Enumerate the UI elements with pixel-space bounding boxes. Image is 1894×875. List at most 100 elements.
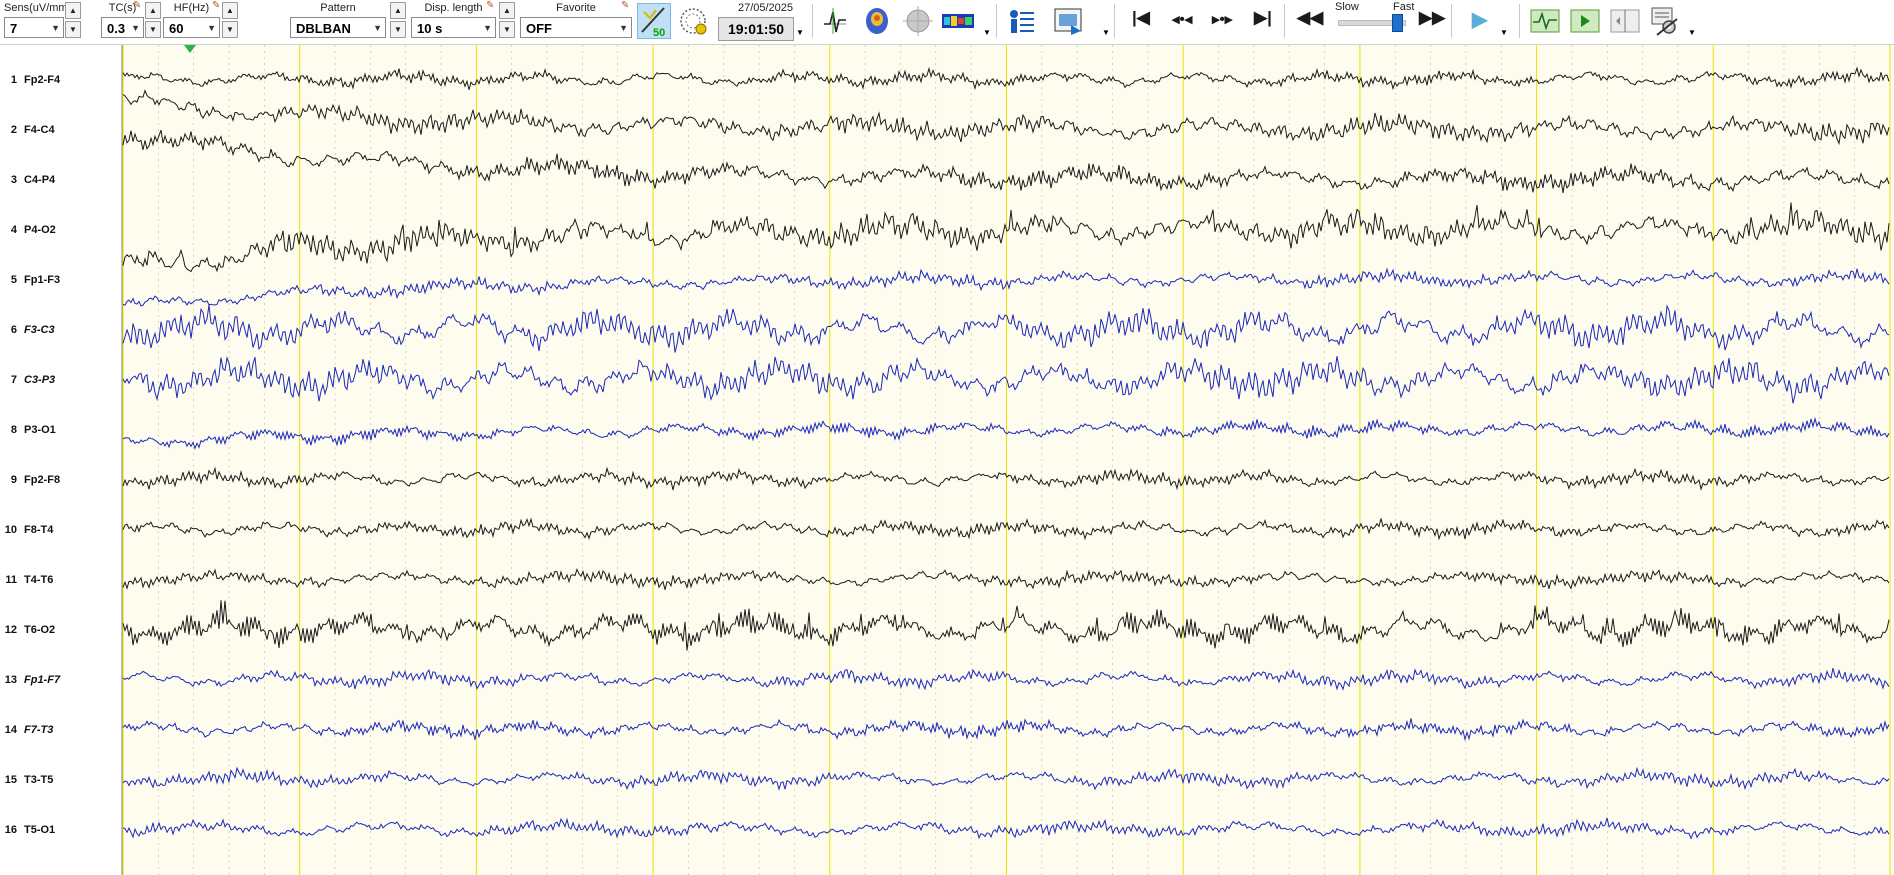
down-arrow-icon[interactable]: ▼	[145, 21, 161, 38]
hf-stepper[interactable]: ▲ ▼	[222, 2, 238, 40]
channel-number: 10	[5, 524, 17, 536]
speed-fast-label: Fast	[1393, 1, 1415, 13]
go-end-icon[interactable]: ▶|	[1254, 8, 1272, 28]
pattern-control: Pattern DBLBAN ▼	[290, 0, 386, 42]
go-start-icon[interactable]: |◀	[1132, 8, 1150, 28]
map-icon[interactable]	[860, 3, 894, 39]
disp-length-stepper[interactable]: ▲ ▼	[499, 2, 515, 40]
tc-value: 0.3	[107, 21, 126, 36]
separator	[1284, 4, 1285, 38]
channel-name[interactable]: T6-O2	[24, 624, 55, 636]
channel-name[interactable]: P3-O1	[24, 424, 56, 436]
chevron-down-icon[interactable]: ▼	[1688, 28, 1696, 37]
channel-number: 7	[11, 374, 17, 386]
disp-length-select[interactable]: 10 s ▼	[411, 17, 496, 38]
eeg-trace-panel[interactable]: 1 Fp2-F4 2 F4-C4 3 C4-P4 4 P4-O2 5 Fp1-F3 6 F3-C3 7 C…	[0, 45, 1894, 875]
up-arrow-icon[interactable]: ▲	[499, 2, 515, 19]
pencil-icon[interactable]: ✎	[133, 1, 143, 11]
down-arrow-icon[interactable]: ▼	[390, 21, 406, 38]
step-forward-icon[interactable]: ▸•▸	[1212, 10, 1232, 28]
channel-name[interactable]: F8-T4	[24, 524, 54, 536]
channel-name[interactable]: T4-T6	[24, 574, 53, 586]
spectrum-icon[interactable]	[940, 3, 976, 39]
chevron-down-icon[interactable]: ▼	[796, 28, 804, 37]
chevron-down-icon: ▼	[373, 23, 382, 33]
separator	[996, 4, 997, 38]
sens-label: Sens(uV/mm)	[4, 2, 72, 14]
speed-slider-thumb[interactable]	[1392, 14, 1403, 32]
tc-stepper[interactable]: ▲ ▼	[145, 2, 161, 40]
separator	[1114, 4, 1115, 38]
montage-grid-icon[interactable]	[676, 3, 710, 39]
channel-name[interactable]: T5-O1	[24, 824, 55, 836]
toolbar: Sens(uV/mm) 7 ▼ ▲ ▼ TC(s) 0.3 ▼ ✎ ▲ ▼ HF(Hz)…	[0, 0, 1894, 45]
sens-value: 7	[10, 21, 18, 36]
favorite-select[interactable]: OFF ▼	[520, 17, 632, 38]
patient-info-icon[interactable]	[1004, 3, 1038, 39]
separator	[1451, 4, 1452, 38]
channel-number: 4	[11, 224, 18, 236]
channel-name[interactable]: F7-T3	[24, 724, 53, 736]
tc-select[interactable]: 0.3 ▼	[101, 17, 144, 38]
pencil-icon[interactable]: ✎	[212, 1, 222, 11]
chevron-down-icon: ▼	[619, 23, 628, 33]
down-arrow-icon[interactable]: ▼	[499, 21, 515, 38]
settings-icon[interactable]	[1648, 3, 1682, 39]
channel-name[interactable]: Fp2-F4	[24, 74, 61, 86]
pattern-value: DBLBAN	[296, 21, 351, 36]
chevron-down-icon[interactable]: ▼	[1102, 28, 1110, 37]
sens-stepper[interactable]: ▲ ▼	[65, 2, 81, 40]
auto-scale-icon[interactable]: 50	[637, 3, 671, 39]
hf-select[interactable]: 60 ▼	[163, 17, 220, 38]
channel-name[interactable]: Fp1-F7	[24, 674, 61, 686]
up-arrow-icon[interactable]: ▲	[65, 2, 81, 19]
up-arrow-icon[interactable]: ▲	[390, 2, 406, 19]
play-icon[interactable]: ▶	[1472, 7, 1487, 32]
chevron-down-icon: ▼	[483, 23, 492, 33]
down-arrow-icon[interactable]: ▼	[65, 21, 81, 38]
chevron-down-icon: ▼	[207, 23, 216, 33]
pencil-icon[interactable]: ✎	[621, 1, 631, 11]
hf-value: 60	[169, 21, 184, 36]
channel-name[interactable]: C4-P4	[24, 174, 56, 186]
channel-number: 16	[5, 824, 17, 836]
pattern-stepper[interactable]: ▲ ▼	[390, 2, 406, 40]
video-icon[interactable]	[1052, 3, 1086, 39]
favorite-control: Favorite OFF ▼	[520, 0, 632, 42]
channel-name[interactable]: P4-O2	[24, 224, 56, 236]
measure-icon[interactable]	[818, 3, 852, 39]
sphere-icon[interactable]	[901, 3, 935, 39]
rewind-icon[interactable]: ◀◀	[1297, 8, 1323, 28]
time-display: 19:01:50	[718, 17, 794, 41]
sens-select[interactable]: 7 ▼	[4, 17, 64, 38]
channel-name[interactable]: F3-C3	[24, 324, 55, 336]
up-arrow-icon[interactable]: ▲	[145, 2, 161, 19]
marker-play-icon[interactable]	[1568, 3, 1602, 39]
step-back-icon[interactable]: ◂•◂	[1172, 10, 1192, 28]
fast-forward-icon[interactable]: ▶▶	[1419, 8, 1445, 28]
channel-name[interactable]: T3-T5	[24, 774, 53, 786]
badge-50: 50	[653, 27, 665, 38]
channel-name[interactable]: F4-C4	[24, 124, 55, 136]
channel-name[interactable]: Fp1-F3	[24, 274, 60, 286]
separator	[812, 4, 813, 38]
pencil-icon[interactable]: ✎	[486, 1, 496, 11]
channel-name[interactable]: Fp2-F8	[24, 474, 60, 486]
favorite-value: OFF	[526, 21, 552, 36]
channel-name[interactable]: C3-P3	[24, 374, 55, 386]
pattern-select[interactable]: DBLBAN ▼	[290, 17, 386, 38]
channel-number: 3	[11, 174, 17, 186]
chevron-down-icon: ▼	[51, 23, 60, 33]
channel-number: 14	[5, 724, 18, 736]
chevron-down-icon: ▼	[131, 23, 140, 33]
chevron-down-icon[interactable]: ▼	[983, 28, 991, 37]
channel-number: 5	[11, 274, 17, 286]
pattern-label: Pattern	[320, 2, 356, 14]
split-view-icon[interactable]	[1608, 3, 1642, 39]
trace-area-bg	[123, 45, 1894, 875]
down-arrow-icon[interactable]: ▼	[222, 21, 238, 38]
chevron-down-icon[interactable]: ▼	[1500, 28, 1508, 37]
disp-length-control: Disp. length 10 s ▼	[411, 0, 496, 42]
signal-icon[interactable]	[1528, 3, 1562, 39]
up-arrow-icon[interactable]: ▲	[222, 2, 238, 19]
